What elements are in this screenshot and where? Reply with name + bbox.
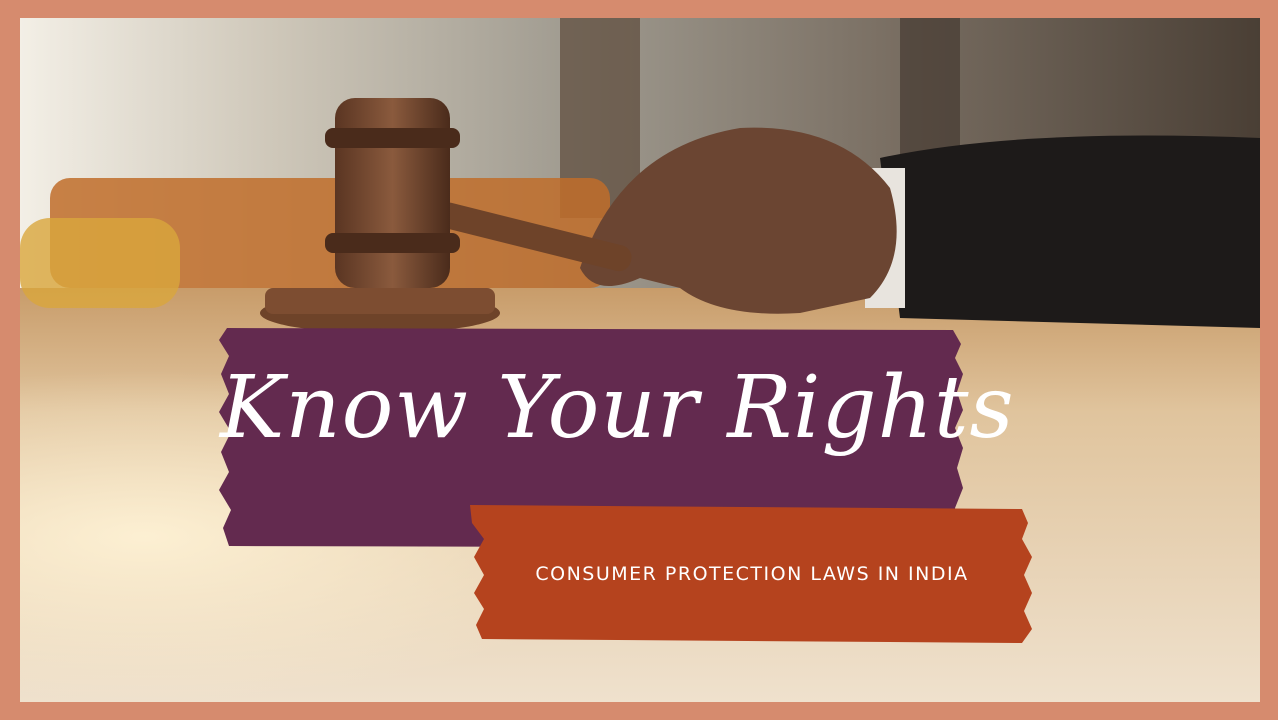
headline-title: Know Your Rights <box>220 358 1015 458</box>
subheadline-text: CONSUMER PROTECTION LAWS IN INDIA <box>535 563 969 585</box>
thumbnail-frame: Know Your Rights CONSUMER PROTECTION LAW… <box>0 0 1278 720</box>
